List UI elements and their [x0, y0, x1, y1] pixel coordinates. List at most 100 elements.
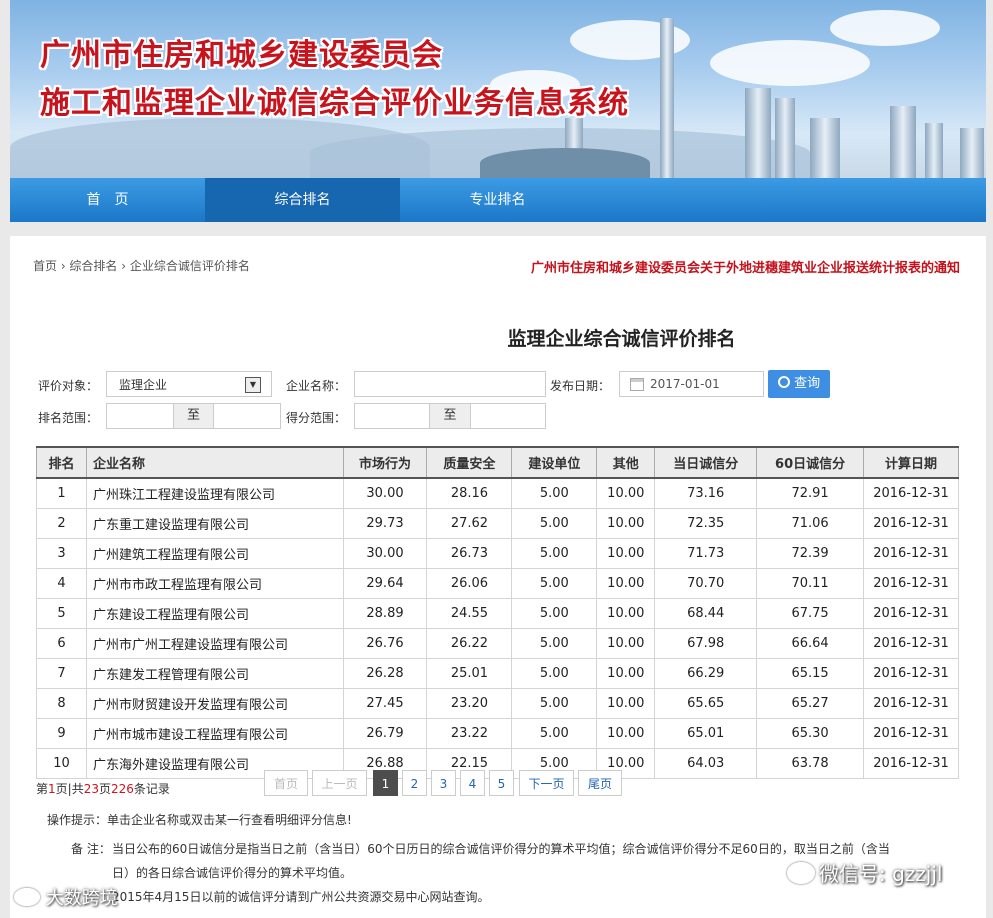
table-cell: 30.00 — [342, 477, 428, 509]
date-value: 2017-01-01 — [650, 377, 720, 391]
table-cell: 10.00 — [596, 508, 656, 539]
company-name-cell[interactable]: 广东重工建设监理有限公司 — [85, 508, 344, 539]
col-calc-date[interactable]: 计算日期 — [863, 446, 959, 479]
table-cell: 2016-12-31 — [863, 508, 959, 539]
pager-first[interactable]: 首页 — [264, 770, 308, 796]
company-name-cell[interactable]: 广州建筑工程监理有限公司 — [85, 538, 344, 569]
col-quality[interactable]: 质量安全 — [426, 446, 513, 479]
table-cell: 5.00 — [511, 538, 598, 569]
nav-overall-ranking[interactable]: 综合排名 — [205, 178, 400, 222]
chevron-down-icon[interactable]: ▼ — [245, 377, 261, 393]
col-company[interactable]: 企业名称 — [85, 446, 344, 479]
company-name-label: 企业名称： — [286, 379, 347, 393]
notice-link[interactable]: 广州市住房和城乡建设委员会关于外地进穗建筑业企业报送统计报表的通知 — [531, 257, 960, 276]
target-select-value: 监理企业 — [119, 378, 168, 392]
table-row[interactable]: 9 广州市城市建设工程监理有限公司 26.79 23.22 5.00 10.00 65.01… — [36, 718, 959, 749]
rank-range-to-label: 至 — [173, 403, 214, 429]
table-cell: 3 — [36, 538, 87, 569]
table-cell: 30.00 — [342, 538, 428, 569]
table-cell: 10.00 — [596, 598, 656, 629]
pager-page-1[interactable]: 1 — [373, 770, 398, 796]
rank-range-label: 排名范围： — [38, 411, 99, 425]
company-name-cell[interactable]: 广州市城市建设工程监理有限公司 — [85, 718, 344, 749]
col-daily-score[interactable]: 当日诚信分 — [654, 446, 758, 479]
table-row[interactable]: 7 广东建发工程管理有限公司 26.28 25.01 5.00 10.00 66.29 65.… — [36, 658, 959, 689]
date-input[interactable]: 2017-01-01 — [619, 371, 764, 397]
company-name-cell[interactable]: 广州市市政工程监理有限公司 — [85, 568, 344, 599]
nav-professional-ranking[interactable]: 专业排名 — [400, 178, 595, 222]
table-row[interactable]: 3 广州建筑工程监理有限公司 30.00 26.73 5.00 10.00 71.73 72.… — [36, 538, 959, 569]
pager-last[interactable]: 尾页 — [578, 770, 622, 796]
table-cell: 2016-12-31 — [863, 598, 959, 629]
wechat-icon — [787, 862, 815, 884]
ranking-table: 排名 企业名称 市场行为 质量安全 建设单位 其他 当日诚信分 60日诚信分 计… — [36, 446, 959, 779]
pager-page-4[interactable]: 4 — [460, 770, 485, 796]
table-cell: 5 — [36, 598, 87, 629]
header-banner: 广州市住房和城乡建设委员会 施工和监理企业诚信综合评价业务信息系统 — [10, 0, 986, 178]
table-cell: 4 — [36, 568, 87, 599]
target-select[interactable]: 监理企业 ▼ — [106, 371, 272, 397]
pager-page-3[interactable]: 3 — [431, 770, 456, 796]
table-cell: 26.28 — [342, 658, 428, 689]
company-name-cell[interactable]: 广州市财贸建设开发监理有限公司 — [85, 688, 344, 719]
breadcrumb[interactable]: 首页 › 综合排名 › 企业综合诚信评价排名 — [33, 257, 250, 274]
table-row[interactable]: 6 广州市广州工程建设监理有限公司 26.76 26.22 5.00 10.00 67.98… — [36, 628, 959, 659]
company-name-cell[interactable]: 广东建发工程管理有限公司 — [85, 658, 344, 689]
table-cell: 9 — [36, 718, 87, 749]
pager-summary: 第1页|共23页226条记录 — [36, 782, 170, 796]
col-60day-score[interactable]: 60日诚信分 — [756, 446, 865, 479]
table-cell: 8 — [36, 688, 87, 719]
table-cell: 72.91 — [756, 477, 865, 509]
rank-range-from-input[interactable] — [106, 403, 174, 429]
table-cell: 29.73 — [342, 508, 428, 539]
company-name-cell[interactable]: 广州市广州工程建设监理有限公司 — [85, 628, 344, 659]
table-cell: 64.03 — [654, 748, 758, 779]
table-row[interactable]: 8 广州市财贸建设开发监理有限公司 27.45 23.20 5.00 10.00 65.65… — [36, 688, 959, 719]
table-cell: 5.00 — [511, 718, 598, 749]
note-label: 备 注： — [71, 842, 111, 856]
table-cell: 2016-12-31 — [863, 568, 959, 599]
nav-home[interactable]: 首 页 — [10, 178, 205, 222]
pager-page-5[interactable]: 5 — [489, 770, 514, 796]
score-range-to-input[interactable] — [470, 403, 546, 429]
op-tip: 操作提示：单击企业名称或双击某一行查看明细评分信息! — [47, 813, 352, 827]
pager-prev[interactable]: 上一页 — [312, 770, 367, 796]
calendar-icon[interactable] — [630, 378, 644, 391]
table-cell: 25.01 — [426, 658, 513, 689]
table-cell: 5.00 — [511, 628, 598, 659]
col-other[interactable]: 其他 — [596, 446, 656, 479]
table-cell: 23.22 — [426, 718, 513, 749]
table-row[interactable]: 2 广东重工建设监理有限公司 29.73 27.62 5.00 10.00 72.35 71.… — [36, 508, 959, 539]
target-label: 评价对象： — [38, 379, 99, 393]
score-range-label: 得分范围： — [286, 411, 347, 425]
date-label: 发布日期： — [550, 379, 611, 393]
table-row[interactable]: 4 广州市市政工程监理有限公司 29.64 26.06 5.00 10.00 70.70 70… — [36, 568, 959, 599]
table-cell: 65.30 — [756, 718, 865, 749]
pager-page-2[interactable]: 2 — [402, 770, 427, 796]
col-rank[interactable]: 排名 — [36, 446, 87, 479]
table-cell: 23.20 — [426, 688, 513, 719]
company-name-cell[interactable]: 广东建设工程监理有限公司 — [85, 598, 344, 629]
col-builder[interactable]: 建设单位 — [511, 446, 598, 479]
table-cell: 72.35 — [654, 508, 758, 539]
table-row[interactable]: 1 广州珠江工程建设监理有限公司 30.00 28.16 5.00 10.00 73.16 7… — [36, 477, 959, 509]
company-name-input[interactable] — [354, 371, 546, 397]
company-name-cell[interactable]: 广州珠江工程建设监理有限公司 — [85, 477, 344, 509]
table-cell: 2016-12-31 — [863, 658, 959, 689]
rank-range-to-input[interactable] — [213, 403, 281, 429]
table-cell: 63.78 — [756, 748, 865, 779]
table-row[interactable]: 5 广东建设工程监理有限公司 28.89 24.55 5.00 10.00 68.44 67.… — [36, 598, 959, 629]
score-range-from-input[interactable] — [354, 403, 430, 429]
col-market[interactable]: 市场行为 — [342, 446, 428, 479]
table-cell: 10.00 — [596, 538, 656, 569]
table-cell: 2016-12-31 — [863, 688, 959, 719]
table-cell: 10.00 — [596, 477, 656, 509]
table-cell: 67.98 — [654, 628, 758, 659]
table-header-row: 排名 企业名称 市场行为 质量安全 建设单位 其他 当日诚信分 60日诚信分 计… — [36, 446, 959, 479]
table-cell: 7 — [36, 658, 87, 689]
pager-next[interactable]: 下一页 — [519, 770, 574, 796]
table-cell: 70.70 — [654, 568, 758, 599]
table-cell: 2016-12-31 — [863, 748, 959, 779]
search-button[interactable]: 查询 — [768, 370, 830, 398]
table-cell: 10.00 — [596, 568, 656, 599]
